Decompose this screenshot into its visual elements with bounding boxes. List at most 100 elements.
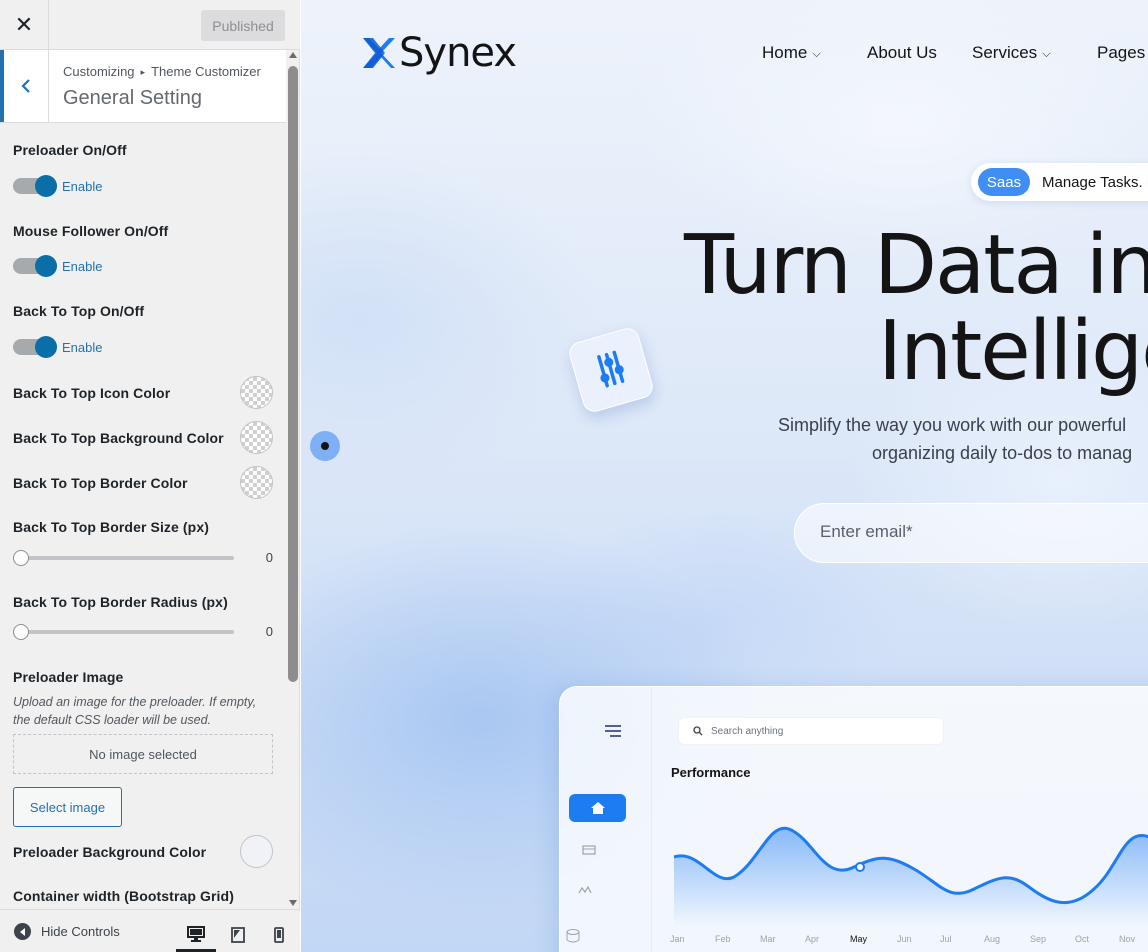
nav-services[interactable]: Services ⌵ bbox=[972, 43, 1051, 63]
close-customizer-button[interactable]: ✕ bbox=[0, 0, 49, 50]
btt-icon-color-picker[interactable] bbox=[240, 376, 273, 409]
nav-about[interactable]: About Us bbox=[867, 43, 937, 63]
btt-border-size-value: 0 bbox=[265, 550, 273, 565]
month-label: Nov bbox=[1119, 934, 1136, 944]
tablet-preview-button[interactable] bbox=[218, 918, 258, 952]
customizer-header: ✕ Published bbox=[0, 0, 300, 50]
dashboard-sidebar bbox=[560, 687, 652, 952]
nav-about-label: About Us bbox=[867, 43, 937, 62]
saas-tag: Saas bbox=[978, 168, 1030, 196]
month-label: May bbox=[850, 934, 868, 944]
btt-border-color-picker[interactable] bbox=[240, 466, 273, 499]
btt-bg-color-row: Back To Top Background Color bbox=[13, 421, 273, 454]
dashboard-home-button bbox=[569, 794, 626, 822]
nav-pages[interactable]: Pages bbox=[1097, 43, 1145, 63]
customizer-panel: ✕ Published Customizing ▸ Theme Customizer… bbox=[0, 0, 300, 952]
customizer-footer: Hide Controls bbox=[0, 909, 300, 952]
synex-logo-icon bbox=[363, 38, 395, 68]
hero-title-line1: Turn Data into bbox=[684, 218, 1148, 313]
performance-title: Performance bbox=[671, 765, 751, 780]
month-label: Jul bbox=[940, 934, 952, 944]
btt-border-radius-label: Back To Top Border Radius (px) bbox=[13, 594, 228, 610]
back-to-top-toggle-state: Enable bbox=[62, 339, 103, 355]
mouse-follower-cursor bbox=[310, 431, 340, 461]
mobile-preview-button[interactable] bbox=[259, 918, 299, 952]
month-label: Jun bbox=[897, 934, 912, 944]
toggle-knob bbox=[35, 255, 57, 277]
preloader-toggle[interactable] bbox=[13, 175, 57, 197]
home-icon bbox=[590, 802, 605, 814]
close-icon: ✕ bbox=[14, 12, 34, 37]
menu-icon bbox=[605, 725, 621, 737]
activity-icon bbox=[578, 885, 592, 894]
btt-icon-color-row: Back To Top Icon Color bbox=[13, 376, 273, 409]
preloader-image-description: Upload an image for the preloader. If em… bbox=[13, 695, 257, 727]
section-header: Customizing ▸ Theme Customizer General Set… bbox=[0, 50, 286, 123]
breadcrumb-root: Customizing bbox=[63, 64, 135, 79]
chevron-down-icon: ⌵ bbox=[1042, 47, 1051, 60]
back-to-top-toggle[interactable] bbox=[13, 336, 57, 358]
btt-border-color-row: Back To Top Border Color bbox=[13, 466, 273, 499]
btt-border-size-slider[interactable] bbox=[13, 550, 29, 566]
btt-border-size-slider-row: 0 bbox=[13, 550, 273, 566]
month-label: Apr bbox=[805, 934, 820, 944]
panel-scrollbar[interactable] bbox=[288, 52, 298, 906]
month-label: Aug bbox=[984, 934, 1001, 944]
preloader-toggle-state: Enable bbox=[62, 178, 103, 194]
site-logo[interactable]: Synex bbox=[361, 30, 517, 76]
month-label: Sep bbox=[1030, 934, 1047, 944]
btt-border-color-label: Back To Top Border Color bbox=[13, 474, 188, 491]
breadcrumb-separator: ▸ bbox=[140, 67, 146, 77]
search-icon bbox=[693, 726, 703, 736]
mouse-follower-toggle[interactable] bbox=[13, 255, 57, 277]
preloader-bg-color-row: Preloader Background Color bbox=[13, 835, 273, 868]
scroll-down-icon[interactable] bbox=[289, 900, 297, 906]
hero-subtitle-line2: organizing daily to-dos to manag bbox=[872, 443, 1133, 463]
site-preview: Synex Home ⌵ About Us Services ⌵ Pages Saa… bbox=[301, 0, 1148, 952]
back-button[interactable] bbox=[0, 50, 49, 122]
month-label: Mar bbox=[760, 934, 776, 944]
settings-sliders-badge bbox=[566, 325, 656, 415]
hero-badge: Saas Manage Tasks. N bbox=[971, 163, 1148, 201]
tablet-icon bbox=[231, 927, 245, 943]
btt-bg-color-picker[interactable] bbox=[240, 421, 273, 454]
nav-home-label: Home bbox=[762, 43, 808, 62]
btt-border-size-label: Back To Top Border Size (px) bbox=[13, 519, 209, 535]
hero-title-line2: Intellige bbox=[878, 304, 1148, 399]
dashboard-search: Search anything bbox=[678, 717, 944, 745]
nav-home[interactable]: Home ⌵ bbox=[762, 43, 821, 63]
month-label: Oct bbox=[1075, 934, 1090, 944]
mouse-follower-label: Mouse Follower On/Off bbox=[13, 223, 169, 239]
slider-track[interactable] bbox=[13, 630, 234, 634]
slider-track[interactable] bbox=[13, 556, 234, 560]
month-label: Feb bbox=[715, 934, 731, 944]
preloader-bg-color-picker[interactable] bbox=[240, 835, 273, 868]
scroll-up-icon[interactable] bbox=[289, 52, 297, 58]
breadcrumb-current: Theme Customizer bbox=[151, 64, 261, 79]
email-field-wrapper bbox=[794, 503, 1148, 563]
month-label: Jan bbox=[670, 934, 685, 944]
mouse-follower-toggle-row: Enable bbox=[13, 255, 102, 277]
scrollbar-thumb[interactable] bbox=[288, 66, 298, 682]
preloader-label: Preloader On/Off bbox=[13, 142, 127, 158]
desktop-preview-button[interactable] bbox=[176, 918, 216, 952]
desktop-icon bbox=[187, 925, 205, 942]
btt-bg-color-label: Back To Top Background Color bbox=[13, 429, 224, 446]
email-field[interactable] bbox=[820, 522, 1120, 542]
badge-text: Manage Tasks. N bbox=[1042, 173, 1148, 191]
hide-controls-button[interactable]: Hide Controls bbox=[14, 923, 120, 940]
dashboard-mockup: Search anything Performance Jan Feb Mar … bbox=[559, 686, 1148, 952]
btt-border-radius-slider[interactable] bbox=[13, 624, 29, 640]
card-icon bbox=[582, 845, 596, 855]
select-image-button[interactable]: Select image bbox=[13, 787, 122, 827]
btt-border-radius-value: 0 bbox=[265, 624, 273, 639]
back-to-top-label: Back To Top On/Off bbox=[13, 303, 145, 319]
publish-button[interactable]: Published bbox=[201, 10, 285, 41]
mobile-icon bbox=[274, 927, 284, 943]
btt-icon-color-label: Back To Top Icon Color bbox=[13, 384, 171, 401]
nav-pages-label: Pages bbox=[1097, 43, 1146, 62]
toggle-knob bbox=[35, 336, 57, 358]
sliders-icon bbox=[597, 350, 625, 388]
preloader-toggle-row: Enable bbox=[13, 175, 103, 197]
section-title: General Setting bbox=[63, 87, 202, 109]
